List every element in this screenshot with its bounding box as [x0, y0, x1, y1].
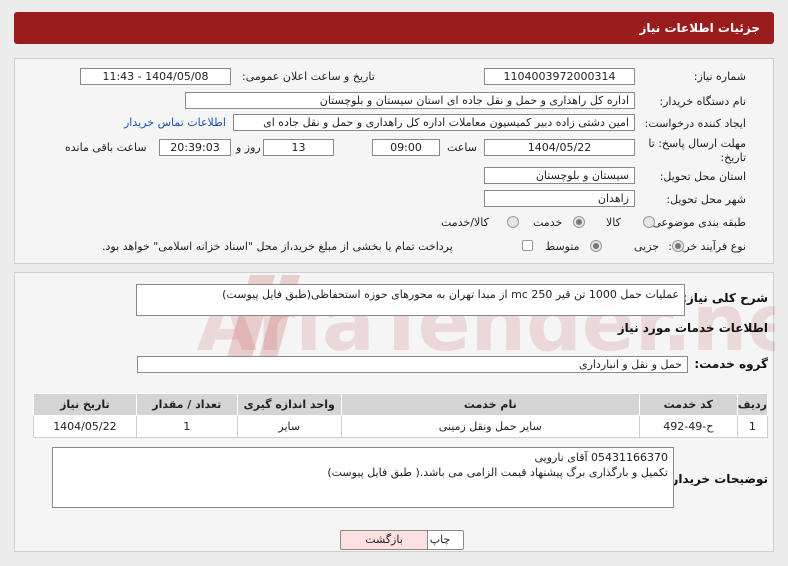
deadline-label: مهلت ارسال پاسخ: تا تاریخ: — [648, 137, 746, 164]
table-row: 1 ح-49-492 سایر حمل ونقل زمینی سایر 1 14… — [33, 415, 769, 438]
service-group-field: حمل و نقل و انبارداری — [137, 356, 688, 373]
announce-date-label: تاریخ و ساعت اعلان عمومی: — [242, 70, 375, 83]
process-medium-label: متوسط — [545, 240, 580, 253]
category-radio-goods-service[interactable] — [507, 216, 519, 228]
description-label: شرح کلی نیاز: — [682, 291, 768, 305]
announce-date-field: 1404/05/08 - 11:43 — [80, 68, 231, 85]
back-button[interactable]: بازگشت — [340, 530, 428, 550]
time-remaining-label: ساعت باقی مانده — [65, 141, 147, 154]
days-remaining-field: 13 — [263, 139, 334, 156]
buyer-notes-field: 05431166370 آقای نارویی تکمیل و بارگذاری… — [52, 447, 674, 508]
deadline-time-field: 09:00 — [372, 139, 440, 156]
buyer-org-field: اداره کل راهداری و حمل و نقل جاده ای است… — [185, 92, 635, 109]
services-table: ردیف کد خدمت نام خدمت واحد اندازه گیری ت… — [33, 393, 769, 438]
cell-quantity: 1 — [135, 415, 238, 438]
category-radio-service[interactable] — [573, 216, 585, 228]
page-title: جزئیات اطلاعات نیاز — [639, 21, 760, 35]
process-minor-label: جزیی — [634, 240, 660, 253]
requester-field: امین دشتی زاده دبیر کمیسیون معاملات ادار… — [233, 114, 635, 131]
days-label: روز و — [236, 141, 261, 154]
col-quantity: تعداد / مقدار — [135, 393, 238, 416]
buyer-notes-line-1: 05431166370 آقای نارویی — [534, 451, 668, 464]
col-unit: واحد اندازه گیری — [236, 393, 342, 416]
services-section-title: اطلاعات خدمات مورد نیاز — [617, 321, 768, 335]
col-service-name: نام خدمت — [340, 393, 640, 416]
buyer-notes-label: توضیحات خریدار: — [666, 472, 768, 486]
description-field: عملیات حمل 1000 تن قیر mc 250 از مبدا ته… — [136, 284, 685, 316]
process-radio-minor[interactable] — [672, 240, 684, 252]
category-goods-label: کالا — [606, 216, 621, 229]
col-service-code: کد خدمت — [638, 393, 738, 416]
cell-need-date: 1404/05/22 — [33, 415, 137, 438]
need-number-label: شماره نیاز: — [693, 70, 746, 83]
cell-service-code: ح-49-492 — [638, 415, 738, 438]
need-number-field: 1104003972000314 — [484, 68, 635, 85]
page-header: جزئیات اطلاعات نیاز — [14, 12, 774, 44]
cell-service-name: سایر حمل ونقل زمینی — [340, 415, 640, 438]
service-group-label: گروه خدمت: — [694, 357, 768, 371]
category-label: طبقه بندی موضوعی: — [648, 216, 746, 229]
category-goods-service-label: کالا/خدمت — [441, 216, 489, 229]
col-row: ردیف — [736, 393, 769, 416]
city-field: زاهدان — [484, 190, 635, 207]
province-field: سیستان و بلوچستان — [484, 167, 635, 184]
buyer-notes-line-2: تکمیل و بارگذاری برگ پیشنهاد قیمت الزامی… — [327, 466, 668, 479]
cell-unit: سایر — [236, 415, 342, 438]
treasury-payment-note: پرداخت تمام یا بخشی از مبلغ خرید،از محل … — [102, 240, 453, 253]
requester-label: ایجاد کننده درخواست: — [644, 117, 746, 130]
deadline-time-label: ساعت — [447, 141, 477, 154]
city-label: شهر محل تحویل: — [666, 193, 746, 206]
treasury-payment-checkbox[interactable] — [522, 240, 533, 251]
buyer-contact-link[interactable]: اطلاعات تماس خریدار — [124, 116, 226, 129]
province-label: استان محل تحویل: — [659, 170, 746, 183]
deadline-date-field: 1404/05/22 — [484, 139, 635, 156]
process-radio-medium[interactable] — [590, 240, 602, 252]
cell-row: 1 — [736, 415, 769, 438]
col-need-date: تاریخ نیاز — [33, 393, 137, 416]
category-service-label: خدمت — [533, 216, 563, 229]
category-radio-goods[interactable] — [643, 216, 655, 228]
buyer-org-label: نام دستگاه خریدار: — [659, 95, 746, 108]
time-remaining-field: 20:39:03 — [159, 139, 231, 156]
